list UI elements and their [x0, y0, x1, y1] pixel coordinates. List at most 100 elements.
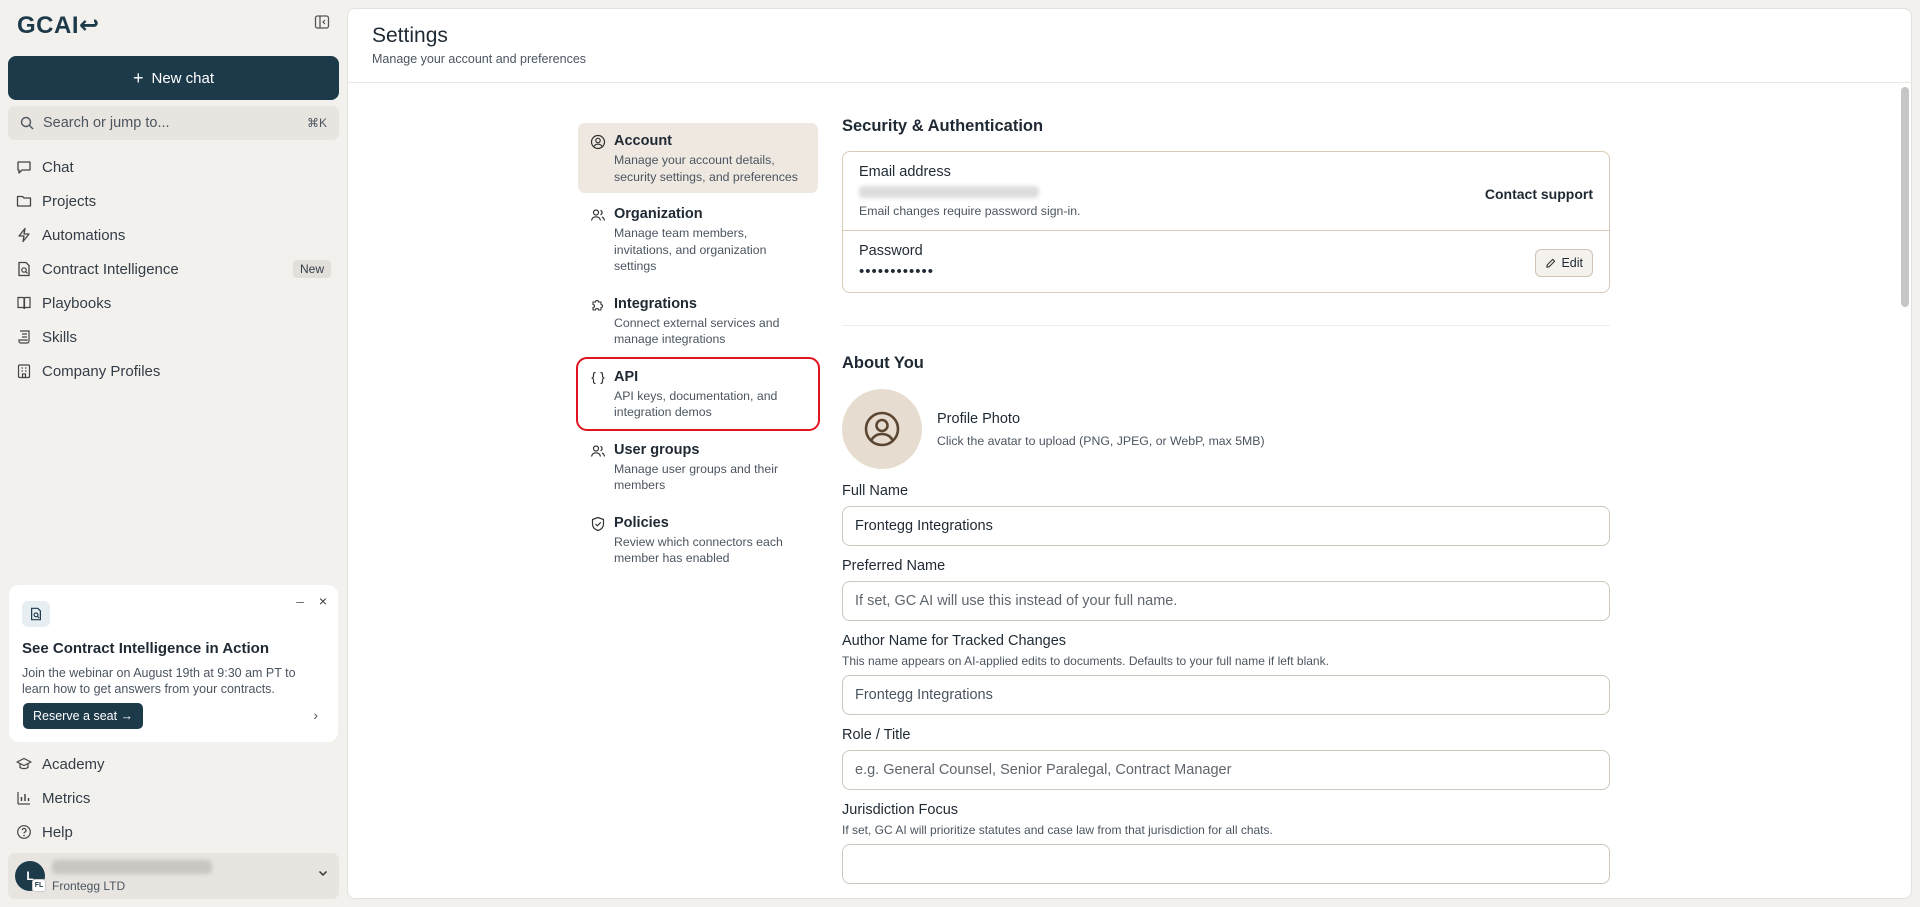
lightning-icon	[18, 227, 30, 243]
sidebar-item-metrics[interactable]: Metrics	[8, 781, 339, 815]
jurisdiction-input[interactable]	[842, 844, 1610, 884]
new-chat-label: New chat	[151, 69, 215, 87]
collapse-sidebar-icon[interactable]	[314, 14, 332, 32]
shield-check-icon	[591, 516, 605, 531]
pencil-icon	[1546, 258, 1556, 268]
chat-icon	[17, 161, 31, 174]
sidebar-item-playbooks[interactable]: Playbooks	[8, 286, 339, 320]
search-placeholder: Search or jump to...	[43, 115, 170, 131]
user-circle-icon	[590, 134, 606, 150]
sidebar-item-label: Metrics	[42, 789, 91, 807]
chevron-down-icon	[318, 870, 328, 877]
settings-panel: Settings Manage your account and prefere…	[347, 8, 1912, 899]
settings-nav-title: API	[614, 368, 639, 385]
sidebar-item-label: Projects	[42, 192, 97, 210]
graduation-cap-icon	[16, 757, 32, 770]
settings-nav-desc: API keys, documentation, and integration…	[614, 388, 778, 420]
settings-nav-title: User groups	[614, 441, 700, 458]
profile-photo-hint: Click the avatar to upload (PNG, JPEG, o…	[937, 434, 1265, 448]
edit-label: Edit	[1561, 256, 1583, 270]
reserve-seat-button[interactable]: Reserve a seat →	[23, 703, 144, 729]
sidebar-item-company-profiles[interactable]: Company Profiles	[8, 354, 339, 388]
settings-nav-desc: Manage your account details, security se…	[614, 153, 798, 184]
close-promo-button[interactable]: ×	[319, 593, 327, 609]
sidebar-item-label: Chat	[42, 158, 74, 176]
minimize-promo-button[interactable]: –	[296, 593, 304, 609]
plus-icon: +	[132, 68, 144, 88]
scrollbar[interactable]	[1901, 87, 1909, 307]
settings-nav-desc: Manage user groups and their members	[614, 461, 779, 493]
role-title-input[interactable]	[842, 750, 1610, 790]
settings-content: Security & Authentication Email address …	[842, 117, 1610, 884]
author-name-label: Author Name for Tracked Changes	[842, 633, 1067, 649]
profile-photo-row: Profile Photo Click the avatar to upload…	[842, 389, 1610, 471]
profile-avatar-upload[interactable]	[842, 389, 922, 469]
search-input[interactable]: Search or jump to... ⌘K	[8, 106, 339, 140]
sidebar-item-label: Playbooks	[42, 294, 112, 312]
users-icon	[590, 209, 606, 221]
help-icon	[17, 825, 31, 839]
password-row: Password •••••••••••• Edit	[843, 230, 1609, 292]
page-subtitle: Manage your account and preferences	[372, 52, 587, 66]
settings-nav-api[interactable]: API API keys, documentation, and integra…	[576, 356, 820, 431]
jurisdiction-hint: If set, GC AI will prioritize statutes a…	[842, 823, 1273, 837]
settings-nav-title: Integrations	[614, 295, 697, 312]
braces-icon	[591, 371, 605, 384]
settings-nav-organization[interactable]: Organization Manage team members, invita…	[578, 196, 818, 283]
section-title-security: Security & Authentication	[842, 117, 1044, 135]
email-value-redacted	[859, 186, 1039, 198]
user-name-redacted	[52, 860, 212, 874]
settings-nav-account[interactable]: Account Manage your account details, sec…	[578, 123, 818, 193]
new-chat-button[interactable]: + New chat	[8, 56, 339, 100]
sidebar-item-label: Skills	[42, 328, 78, 346]
user-org: Frontegg LTD	[52, 879, 126, 893]
password-value: ••••••••••••	[859, 263, 935, 280]
full-name-input[interactable]	[842, 506, 1610, 546]
sidebar-bottom-nav: Academy Metrics Help	[8, 747, 339, 849]
email-label: Email address	[859, 164, 951, 180]
sidebar-item-label: Help	[42, 823, 73, 841]
webinar-promo-card: – × See Contract Intelligence in Action …	[9, 585, 338, 742]
document-search-icon	[18, 261, 30, 277]
sidebar-item-label: Academy	[42, 755, 105, 773]
document-search-icon	[22, 601, 50, 627]
settings-nav-user-groups[interactable]: User groups Manage user groups and their…	[578, 432, 818, 502]
settings-nav-desc: Connect external services and manage int…	[614, 315, 780, 347]
user-menu[interactable]: L FL Frontegg LTD	[8, 853, 339, 899]
book-icon	[17, 296, 31, 310]
page-header: Settings Manage your account and prefere…	[348, 9, 1911, 83]
search-icon	[20, 116, 34, 130]
sidebar-item-projects[interactable]: Projects	[8, 184, 339, 218]
author-name-hint: This name appears on AI-applied edits to…	[842, 654, 1329, 668]
sidebar-item-automations[interactable]: Automations	[8, 218, 339, 252]
user-circle-icon	[864, 411, 900, 447]
sidebar-item-label: Contract Intelligence	[42, 260, 179, 278]
sidebar-item-skills[interactable]: Skills	[8, 320, 339, 354]
search-shortcut: ⌘K	[306, 116, 327, 130]
settings-nav-policies[interactable]: Policies Review which connectors each me…	[578, 505, 818, 575]
preferred-name-label: Preferred Name	[842, 558, 946, 574]
promo-next-button[interactable]: ›	[313, 707, 318, 723]
sidebar-item-academy[interactable]: Academy	[8, 747, 339, 781]
sidebar-item-chat[interactable]: Chat	[8, 150, 339, 184]
preferred-name-input[interactable]	[842, 581, 1610, 621]
email-hint: Email changes require password sign-in.	[859, 204, 1081, 218]
promo-title: See Contract Intelligence in Action	[22, 640, 269, 657]
contact-support-link[interactable]: Contact support	[1485, 186, 1593, 202]
sidebar-item-contract-intelligence[interactable]: Contract Intelligence New	[8, 252, 339, 286]
sidebar: GCAI↩ + New chat Search or jump to... ⌘K…	[0, 0, 347, 907]
settings-nav-title: Policies	[614, 514, 669, 531]
settings-nav-integrations[interactable]: Integrations Connect external services a…	[578, 286, 818, 356]
sidebar-item-label: Company Profiles	[42, 362, 161, 380]
edit-password-button[interactable]: Edit	[1535, 249, 1593, 277]
folder-icon	[16, 195, 32, 207]
promo-text: Join the webinar on August 19th at 9:30 …	[22, 666, 296, 696]
jurisdiction-label: Jurisdiction Focus	[842, 802, 959, 818]
section-divider	[842, 325, 1610, 326]
settings-nav-desc: Manage team members, invitations, and or…	[614, 226, 767, 273]
app-logo[interactable]: GCAI↩	[17, 11, 100, 40]
settings-nav-title: Organization	[614, 206, 703, 222]
author-name-input[interactable]	[842, 675, 1610, 715]
org-badge: FL	[32, 879, 46, 892]
sidebar-item-help[interactable]: Help	[8, 815, 339, 849]
